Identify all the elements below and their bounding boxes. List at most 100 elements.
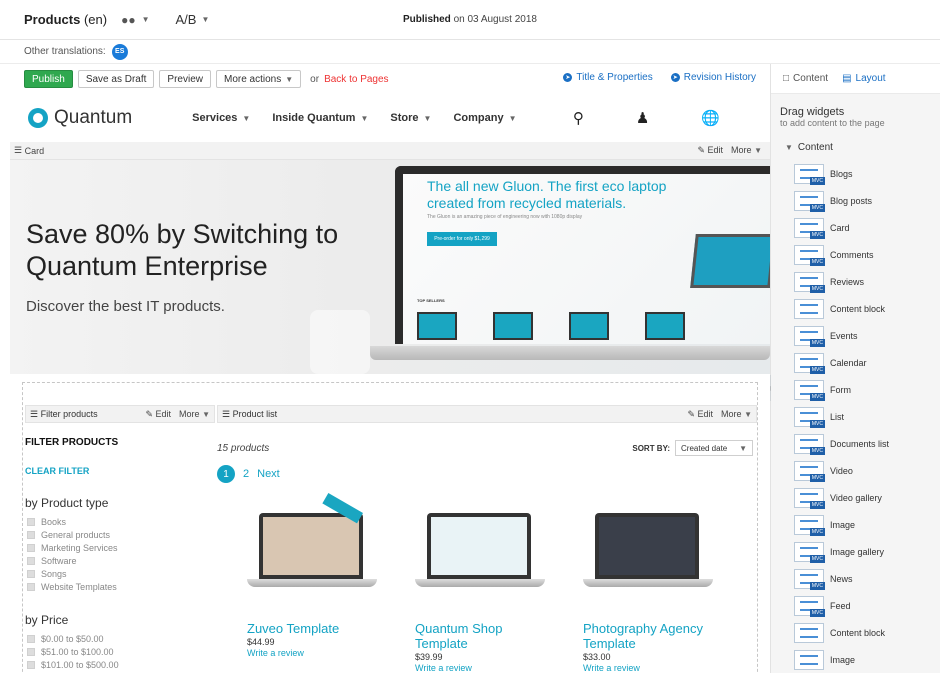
checkbox[interactable]: [27, 582, 35, 591]
chevron-down-icon: ▼: [285, 74, 294, 84]
tab-layout[interactable]: ▤ Layout: [842, 73, 885, 84]
filter-option[interactable]: $51.00 to $100.00: [25, 645, 215, 658]
widgets-panel: Drag widgets to add content to the page …: [771, 94, 940, 673]
product-name[interactable]: Zuveo Template: [247, 621, 377, 636]
product-image[interactable]: [583, 509, 713, 591]
ab-test-menu[interactable]: A/B ▼: [176, 12, 210, 27]
title-properties-label: Title & Properties: [576, 72, 653, 83]
filter-option[interactable]: Marketing Services: [25, 541, 215, 554]
widget-item[interactable]: MVC Blog posts: [771, 187, 940, 214]
nav-label: Store: [390, 112, 419, 124]
edit-label: Edit: [697, 409, 714, 419]
checkbox[interactable]: [27, 543, 35, 552]
widget-item[interactable]: Image: [771, 646, 940, 673]
filter-more-button[interactable]: More ▼: [179, 409, 210, 420]
drag-handle-icon[interactable]: ☰: [30, 409, 41, 420]
nav-item-inside-quantum[interactable]: Inside Quantum ▼: [272, 112, 368, 124]
checkbox[interactable]: [27, 660, 35, 669]
filter-option[interactable]: Books: [25, 515, 215, 528]
chevron-down-icon: ▼: [785, 143, 793, 152]
checkbox[interactable]: [27, 556, 35, 565]
filter-option[interactable]: General products: [25, 528, 215, 541]
widget-icon: MVC: [794, 190, 825, 212]
page-2-button[interactable]: 2: [243, 468, 249, 480]
widget-item[interactable]: MVC List: [771, 403, 940, 430]
site-logo[interactable]: Quantum: [28, 107, 132, 129]
product-list-more-button[interactable]: More ▼: [721, 409, 752, 420]
write-review-link[interactable]: Write a review: [583, 663, 713, 673]
more-actions-button[interactable]: More actions ▼: [215, 70, 302, 88]
checkbox[interactable]: [27, 530, 35, 539]
nav-item-company[interactable]: Company ▼: [453, 112, 516, 124]
permissions-menu[interactable]: ●● ▼: [121, 13, 149, 27]
title-properties-link[interactable]: ➤ Title & Properties: [563, 72, 653, 83]
page-1-button[interactable]: 1: [217, 465, 235, 483]
nav-item-store[interactable]: Store ▼: [390, 112, 431, 124]
user-icon[interactable]: ♟: [636, 109, 649, 127]
widget-item[interactable]: MVC Card: [771, 214, 940, 241]
widget-item[interactable]: MVC Comments: [771, 241, 940, 268]
widget-item[interactable]: Content block: [771, 295, 940, 322]
widget-item[interactable]: MVC Video gallery: [771, 484, 940, 511]
filter-widget-tools: ✎ Edit More ▼: [145, 409, 210, 420]
widget-item[interactable]: Content block: [771, 619, 940, 646]
checkbox[interactable]: [27, 634, 35, 643]
drag-handle-icon[interactable]: ☰: [222, 409, 233, 420]
filter-column: ☰ Filter products ✎ Edit More ▼ FILTER P…: [25, 405, 215, 671]
card-more-button[interactable]: More ▼: [731, 145, 762, 156]
tab-content[interactable]: □ Content: [783, 73, 828, 84]
checkbox[interactable]: [27, 569, 35, 578]
widget-item[interactable]: MVC Image gallery: [771, 538, 940, 565]
widgets-panel-subtitle: to add content to the page: [780, 118, 885, 128]
widget-label: Image: [830, 519, 856, 530]
product-name[interactable]: Photography Agency Template: [583, 621, 713, 651]
write-review-link[interactable]: Write a review: [415, 663, 545, 673]
language-badge-es[interactable]: ES: [111, 43, 128, 60]
checkbox[interactable]: [27, 647, 35, 656]
sort-select[interactable]: Created date ▼: [675, 440, 753, 456]
product-image[interactable]: [247, 493, 377, 591]
revision-history-link[interactable]: ➤ Revision History: [670, 72, 756, 83]
widget-item[interactable]: MVC Events: [771, 322, 940, 349]
product-name[interactable]: Quantum Shop Template: [415, 621, 545, 651]
filter-option-label: Website Templates: [41, 581, 117, 592]
widget-item[interactable]: MVC Reviews: [771, 268, 940, 295]
filter-option[interactable]: Songs: [25, 567, 215, 580]
filter-edit-button[interactable]: ✎ Edit: [145, 409, 171, 420]
filter-option[interactable]: Software: [25, 554, 215, 567]
product-list-edit-button[interactable]: ✎ Edit: [687, 409, 713, 420]
product-price: $44.99: [247, 637, 275, 647]
widget-list: MVC Blogs MVC Blog posts MVC Card MVC Commen…: [771, 160, 940, 673]
filter-option[interactable]: $0.00 to $50.00: [25, 632, 215, 645]
write-review-link[interactable]: Write a review: [247, 648, 377, 658]
globe-icon[interactable]: 🌐: [701, 109, 720, 127]
content-section-toggle[interactable]: ▼ Content: [785, 142, 940, 153]
save-draft-button[interactable]: Save as Draft: [77, 70, 155, 88]
widget-icon: MVC: [794, 325, 825, 347]
card-edit-button[interactable]: ✎ Edit: [697, 145, 723, 156]
checkbox[interactable]: [27, 517, 35, 526]
chevron-down-icon: ▼: [141, 15, 150, 24]
widget-item[interactable]: MVC Blogs: [771, 160, 940, 187]
widget-item[interactable]: MVC Image: [771, 511, 940, 538]
clear-filter-link[interactable]: CLEAR FILTER: [25, 466, 215, 476]
next-page-button[interactable]: Next: [257, 468, 280, 480]
back-to-pages-link[interactable]: Back to Pages: [324, 74, 388, 85]
widget-item[interactable]: MVC Video: [771, 457, 940, 484]
widget-icon: MVC: [794, 514, 825, 536]
product-grid: Zuveo Template $44.99 Write a review Qua…: [247, 493, 713, 673]
widget-item[interactable]: MVC News: [771, 565, 940, 592]
drag-handle-icon[interactable]: ☰: [14, 145, 25, 156]
widget-item[interactable]: MVC Documents list: [771, 430, 940, 457]
nav-item-services[interactable]: Services ▼: [192, 112, 250, 124]
preview-button[interactable]: Preview: [159, 70, 211, 88]
search-icon[interactable]: ⚲: [573, 109, 584, 127]
widget-item[interactable]: MVC Form: [771, 376, 940, 403]
filter-option[interactable]: Website Templates: [25, 580, 215, 593]
filter-option[interactable]: $101.00 to $500.00: [25, 658, 215, 671]
widget-item[interactable]: MVC Feed: [771, 592, 940, 619]
publish-button[interactable]: Publish: [24, 70, 73, 88]
product-image[interactable]: [415, 509, 545, 591]
widget-item[interactable]: MVC Calendar: [771, 349, 940, 376]
page-title[interactable]: Products (en): [24, 12, 107, 27]
